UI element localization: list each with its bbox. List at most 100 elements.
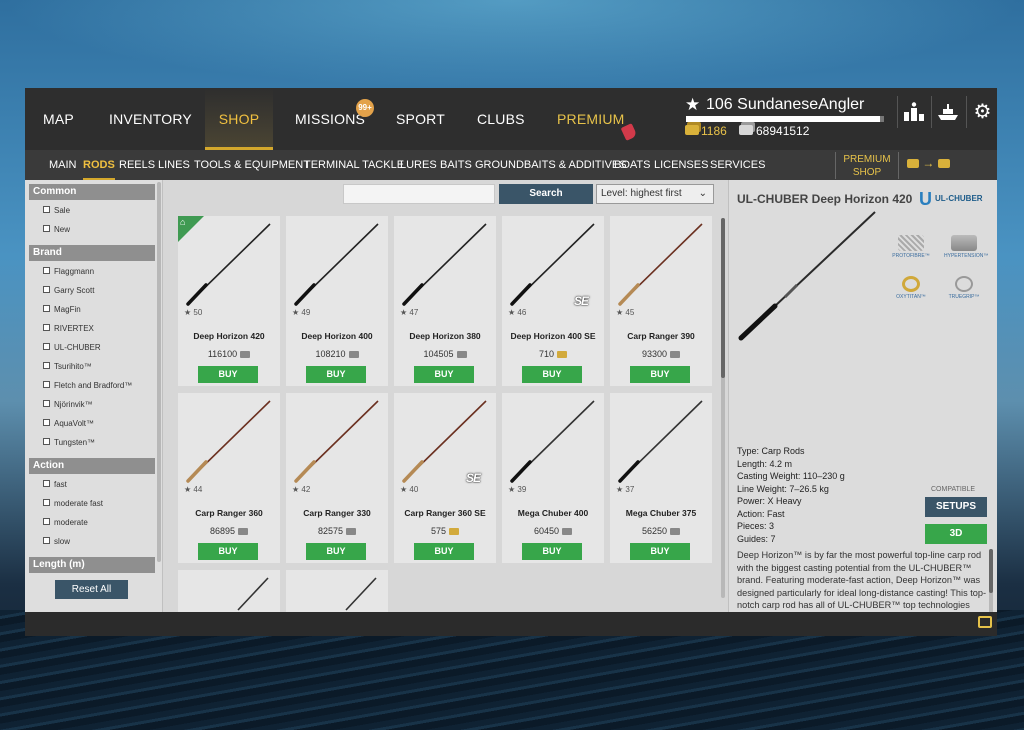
nav-inventory[interactable]: INVENTORY — [109, 88, 192, 150]
checkbox-icon[interactable] — [43, 286, 50, 294]
filter-option[interactable]: UL-CHUBER — [43, 341, 101, 355]
product-card[interactable]: ★ 39 Mega Chuber 400 60450 BUY — [502, 393, 604, 563]
search-input[interactable] — [343, 184, 495, 204]
ship-icon[interactable] — [931, 96, 963, 128]
buy-button[interactable]: BUY — [630, 543, 690, 560]
checkbox-icon[interactable] — [43, 305, 50, 313]
oxytitan-tech: OXYTITAN™ — [891, 276, 931, 300]
buy-button[interactable]: BUY — [306, 543, 366, 560]
filter-option[interactable]: Flaggmann — [43, 265, 94, 279]
filter-option-label: New — [54, 225, 71, 234]
nav-missions[interactable]: MISSIONS — [295, 88, 365, 150]
tab-boats[interactable]: BOATS — [614, 150, 650, 180]
nav-shop[interactable]: SHOP — [205, 88, 273, 150]
filter-option[interactable]: moderate fast — [43, 497, 103, 511]
tab-rods[interactable]: RODS — [83, 150, 115, 180]
tab-groundbaits-additives[interactable]: GROUNDBAITS & ADDITIVES — [475, 150, 627, 180]
filter-group-header[interactable]: Brand — [29, 245, 155, 261]
tab-terminal-tackle[interactable]: TERMINAL TACKLE — [304, 150, 404, 180]
filter-group-header[interactable]: Action — [29, 458, 155, 474]
checkbox-icon[interactable] — [43, 537, 50, 545]
spec-line: Line Weight: 7–26.5 kg — [737, 483, 829, 494]
description-scrollbar-thumb[interactable] — [989, 549, 993, 593]
filter-group-header[interactable]: Common — [29, 184, 155, 200]
compatible-label: COMPATIBLE — [931, 486, 976, 493]
product-card[interactable]: ⌂ ★ 50 Deep Horizon 420 116100 BUY — [178, 216, 280, 386]
buy-button[interactable]: BUY — [522, 543, 582, 560]
filter-option[interactable]: fast — [43, 478, 67, 492]
tab-licenses[interactable]: LICENSES — [654, 150, 708, 180]
filter-option[interactable]: AquaVolt™ — [43, 417, 94, 431]
buy-button[interactable]: BUY — [198, 366, 258, 383]
checkbox-icon[interactable] — [43, 206, 50, 214]
search-button[interactable]: Search — [499, 184, 593, 204]
checkbox-icon[interactable] — [43, 225, 50, 233]
tab-reels[interactable]: REELS — [119, 150, 155, 180]
filter-option[interactable]: New — [43, 223, 70, 237]
grid-scrollbar[interactable] — [721, 218, 725, 598]
tab-tools-equipment[interactable]: TOOLS & EQUIPMENT — [194, 150, 310, 180]
checkbox-icon[interactable] — [43, 480, 50, 488]
filter-option[interactable]: Garry Scott — [43, 284, 94, 298]
product-card[interactable]: ★ 37 Mega Chuber 375 56250 BUY — [610, 393, 712, 563]
reset-all-button[interactable]: Reset All — [55, 580, 128, 599]
checkbox-icon[interactable] — [43, 362, 50, 370]
currency-exchange-button[interactable]: → — [907, 156, 950, 170]
product-card[interactable]: SE ★ 40 Carp Ranger 360 SE 575 BUY — [394, 393, 496, 563]
checkbox-icon[interactable] — [43, 324, 50, 332]
filter-option[interactable]: slow — [43, 535, 70, 549]
checkbox-icon[interactable] — [43, 419, 50, 427]
filter-group-header[interactable]: Length (m) — [29, 557, 155, 573]
checkbox-icon[interactable] — [43, 518, 50, 526]
checkbox-icon[interactable] — [43, 381, 50, 389]
buy-button[interactable]: BUY — [630, 366, 690, 383]
product-card[interactable]: ★ 42 Carp Ranger 330 82575 BUY — [286, 393, 388, 563]
checkbox-icon[interactable] — [43, 400, 50, 408]
filter-option[interactable]: Tungsten™ — [43, 436, 95, 450]
leaderboard-icon[interactable] — [897, 96, 929, 128]
sort-select[interactable]: Level: highest first ⌄ — [596, 184, 714, 204]
sidebar-scrollbar[interactable] — [157, 182, 161, 562]
silver-coins-icon — [346, 528, 357, 536]
nav-premium[interactable]: PREMIUM — [557, 88, 625, 150]
buy-button[interactable]: BUY — [522, 366, 582, 383]
nav-map[interactable]: MAP — [43, 88, 74, 150]
tab-main[interactable]: MAIN — [49, 150, 77, 180]
tab-lures[interactable]: LURES — [400, 150, 437, 180]
filter-option[interactable]: moderate — [43, 516, 88, 530]
checkbox-icon[interactable] — [43, 267, 50, 275]
buy-button[interactable]: BUY — [414, 543, 474, 560]
product-card[interactable]: ★ 47 Deep Horizon 380 104505 BUY — [394, 216, 496, 386]
level-star-icon: ★ — [292, 308, 302, 317]
view-3d-button[interactable]: 3D — [925, 524, 987, 544]
filter-option[interactable]: RIVERTEX — [43, 322, 94, 336]
premium-shop-button[interactable]: PREMIUM SHOP — [835, 152, 899, 179]
chat-icon[interactable] — [978, 616, 992, 628]
filter-option[interactable]: Tsurihito™ — [43, 360, 92, 374]
filter-option[interactable]: Fletch and Bradford™ — [43, 379, 132, 393]
buy-button[interactable]: BUY — [198, 543, 258, 560]
setups-button[interactable]: SETUPS — [925, 497, 987, 517]
product-card[interactable]: SE ★ 46 Deep Horizon 400 SE 710 BUY — [502, 216, 604, 386]
filter-option[interactable]: Njörinvik™ — [43, 398, 93, 412]
missions-badge: 99+ — [356, 99, 374, 117]
checkbox-icon[interactable] — [43, 499, 50, 507]
tab-baits[interactable]: BAITS — [440, 150, 472, 180]
tab-lines[interactable]: LINES — [158, 150, 190, 180]
filter-option[interactable]: MagFin — [43, 303, 81, 317]
buy-button[interactable]: BUY — [306, 366, 366, 383]
gear-icon[interactable]: ⚙ — [966, 96, 998, 128]
nav-clubs[interactable]: CLUBS — [477, 88, 525, 150]
product-card[interactable]: ★ 44 Carp Ranger 360 86895 BUY — [178, 393, 280, 563]
tab-services[interactable]: SERVICES — [710, 150, 765, 180]
grid-scrollbar-thumb[interactable] — [721, 218, 725, 378]
filter-option[interactable]: Sale — [43, 204, 70, 218]
checkbox-icon[interactable] — [43, 438, 50, 446]
nav-sport[interactable]: SPORT — [396, 88, 445, 150]
spec-line: Casting Weight: 110–230 g — [737, 471, 845, 481]
product-card[interactable]: ★ 45 Carp Ranger 390 93300 BUY — [610, 216, 712, 386]
detail-title: UL-CHUBER Deep Horizon 420 — [737, 192, 913, 206]
checkbox-icon[interactable] — [43, 343, 50, 351]
product-card[interactable]: ★ 49 Deep Horizon 400 108210 BUY — [286, 216, 388, 386]
buy-button[interactable]: BUY — [414, 366, 474, 383]
